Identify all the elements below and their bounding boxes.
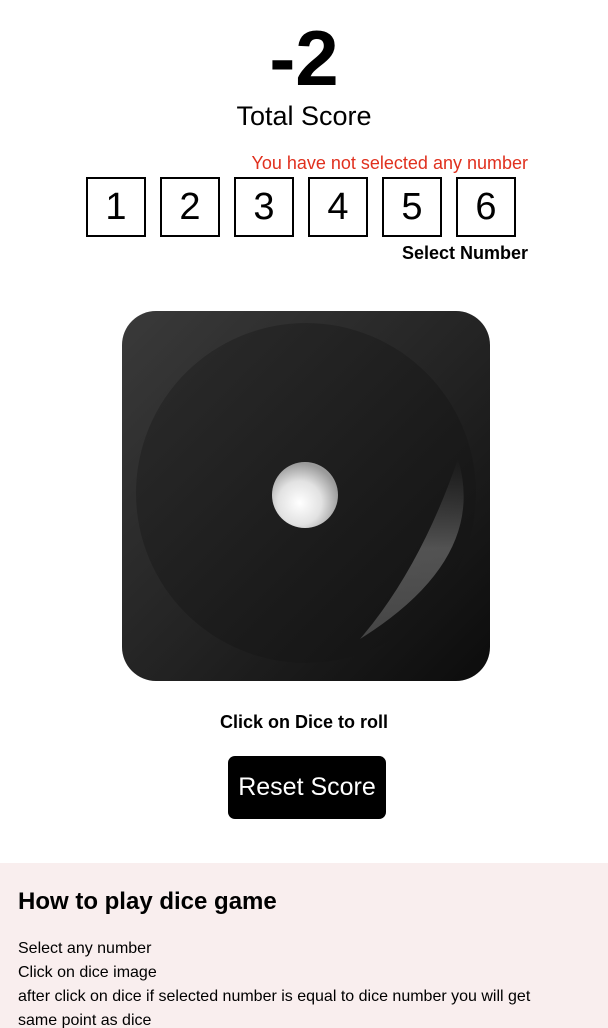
total-score-label: Total Score — [236, 101, 372, 131]
rule-line: same point as dice — [18, 1012, 152, 1028]
total-score-value: -2 — [269, 14, 339, 102]
number-box-1[interactable]: 1 — [86, 177, 146, 237]
selection-error-message: You have not selected any number — [251, 153, 528, 173]
select-number-label: Select Number — [401, 243, 528, 263]
number-box-row: 1 2 3 4 5 6 — [86, 177, 528, 237]
number-box-2[interactable]: 2 — [160, 177, 220, 237]
reset-score-button[interactable]: Reset Score — [228, 756, 386, 819]
roll-instruction: Click on Dice to roll — [219, 712, 389, 732]
number-box-3[interactable]: 3 — [234, 177, 294, 237]
how-to-play-title: How to play dice game — [18, 888, 277, 915]
how-to-play-panel: How to play dice game Select any number … — [0, 863, 608, 1028]
dice-face-one-icon — [122, 311, 490, 681]
rule-line: Click on dice image — [18, 964, 157, 981]
score-panel: -2 Total Score — [0, 14, 608, 132]
number-box-6[interactable]: 6 — [456, 177, 516, 237]
dice-image[interactable] — [120, 309, 492, 681]
number-box-5[interactable]: 5 — [382, 177, 442, 237]
rule-line: Select any number — [18, 940, 152, 957]
number-box-4[interactable]: 4 — [308, 177, 368, 237]
number-selector: You have not selected any number 1 2 3 4… — [86, 152, 528, 264]
rule-line: after click on dice if selected number i… — [18, 988, 531, 1005]
